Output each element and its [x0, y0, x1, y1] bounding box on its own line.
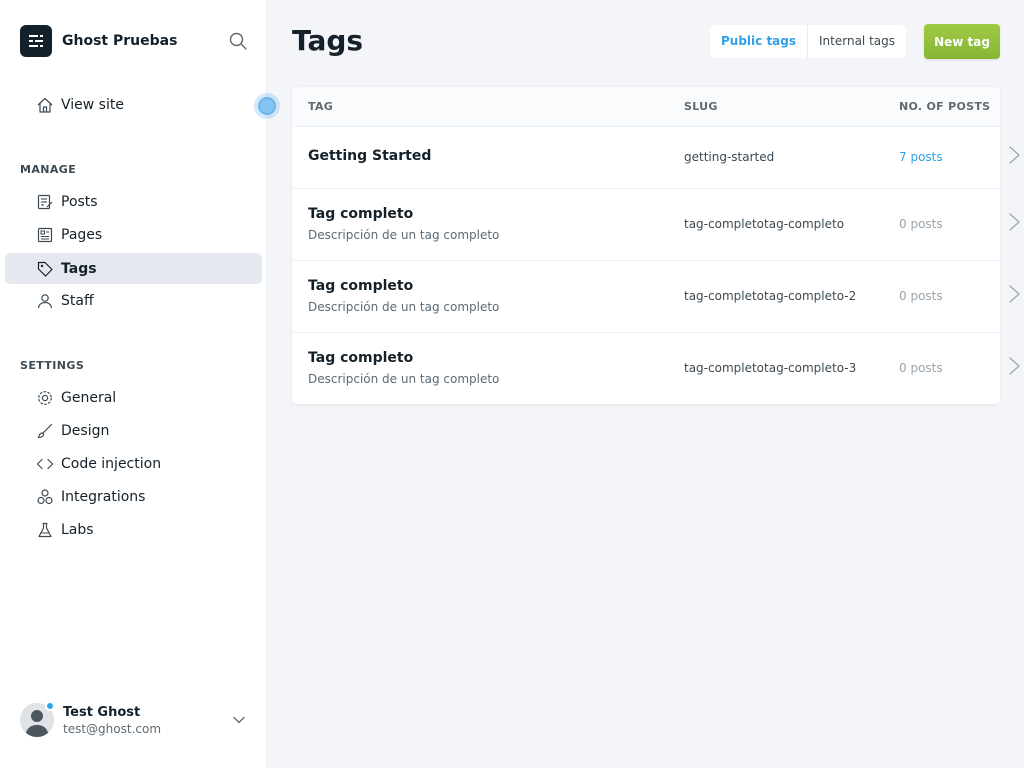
tags-table: TAG SLUG NO. OF POSTS Getting Started ge… — [292, 87, 1000, 404]
ghost-logo-icon — [20, 25, 52, 57]
notification-pulse-icon[interactable] — [254, 93, 280, 119]
integrations-icon — [36, 488, 54, 506]
tag-description: Descripción de un tag completo — [308, 300, 500, 314]
chevron-right-icon[interactable] — [1008, 212, 1022, 232]
chevron-right-icon[interactable] — [1008, 284, 1022, 304]
posts-icon — [36, 193, 54, 211]
tag-post-count: 0 posts — [899, 289, 943, 303]
sidebar-item-code-injection[interactable]: Code injection — [5, 448, 262, 479]
sidebar-item-pages[interactable]: Pages — [5, 219, 262, 250]
sidebar-item-tags[interactable]: Tags — [5, 253, 262, 284]
user-name: Test Ghost — [63, 704, 141, 720]
view-site-link[interactable]: View site — [5, 89, 262, 120]
table-row[interactable]: Tag completo Descripción de un tag compl… — [292, 333, 1000, 404]
pulse-dot — [258, 97, 276, 115]
tag-post-count: 0 posts — [899, 361, 943, 375]
page-title: Tags — [292, 24, 364, 57]
staff-icon — [36, 292, 54, 310]
sidebar-item-label: Labs — [61, 521, 94, 538]
sidebar-item-label: General — [61, 389, 117, 406]
tag-slug: tag-completotag-completo — [684, 217, 845, 231]
chevron-right-icon[interactable] — [1008, 356, 1022, 376]
home-icon — [36, 96, 54, 114]
table-row[interactable]: Tag completo Descripción de un tag compl… — [292, 261, 1000, 333]
brand[interactable]: Ghost Pruebas — [20, 24, 177, 58]
sidebar-item-label: Code injection — [61, 455, 162, 472]
column-header-posts: NO. OF POSTS — [899, 100, 991, 113]
sidebar-item-integrations[interactable]: Integrations — [5, 481, 262, 512]
sidebar-item-label: Staff — [61, 292, 94, 309]
brand-name: Ghost Pruebas — [62, 33, 178, 49]
sidebar-item-label: Integrations — [61, 488, 146, 505]
column-header-tag: TAG — [308, 100, 334, 113]
manage-section-title: MANAGE — [20, 163, 77, 176]
sidebar-item-label: Posts — [61, 193, 98, 210]
gear-icon — [36, 389, 54, 407]
settings-section-title: SETTINGS — [20, 359, 85, 372]
flask-icon — [36, 521, 54, 539]
sidebar-item-label: Pages — [61, 226, 103, 243]
user-info: Test Ghost test@ghost.com — [63, 705, 161, 736]
sidebar-item-general[interactable]: General — [5, 382, 262, 413]
tab-internal-tags[interactable]: Internal tags — [807, 25, 906, 58]
tag-name: Tag completo — [308, 206, 414, 222]
sidebar-item-labs[interactable]: Labs — [5, 514, 262, 545]
tag-description: Descripción de un tag completo — [308, 372, 500, 386]
tag-name: Tag completo — [308, 350, 414, 366]
tag-post-count[interactable]: 7 posts — [899, 150, 943, 164]
new-tag-button[interactable]: New tag — [924, 24, 1000, 59]
user-email: test@ghost.com — [63, 721, 162, 736]
sidebar-item-design[interactable]: Design — [5, 415, 262, 446]
notification-dot — [45, 701, 55, 711]
search-icon[interactable] — [228, 31, 248, 51]
code-icon — [36, 455, 54, 473]
table-row[interactable]: Tag completo Descripción de un tag compl… — [292, 189, 1000, 261]
tag-slug: getting-started — [684, 150, 775, 164]
tag-type-tabs: Public tags Internal tags — [710, 25, 907, 58]
tag-post-count: 0 posts — [899, 217, 943, 231]
tag-slug: tag-completotag-completo-2 — [684, 289, 857, 303]
tag-name: Tag completo — [308, 278, 414, 294]
sidebar-item-label: Tags — [61, 260, 97, 277]
chevron-down-icon[interactable] — [232, 712, 246, 726]
table-row[interactable]: Getting Started getting-started 7 posts — [292, 127, 1000, 189]
column-header-slug: SLUG — [684, 100, 718, 113]
view-site-label: View site — [61, 96, 124, 113]
sidebar: Ghost Pruebas View site MANAGE Posts Pag… — [0, 0, 267, 768]
chevron-right-icon[interactable] — [1008, 145, 1022, 165]
tag-slug: tag-completotag-completo-3 — [684, 361, 857, 375]
tag-description: Descripción de un tag completo — [308, 228, 500, 242]
sidebar-item-staff[interactable]: Staff — [5, 285, 262, 316]
tab-public-tags[interactable]: Public tags — [710, 25, 807, 58]
tag-name: Getting Started — [308, 148, 432, 164]
pages-icon — [36, 226, 54, 244]
table-header: TAG SLUG NO. OF POSTS — [292, 87, 1000, 127]
brush-icon — [36, 422, 54, 440]
sidebar-item-label: Design — [61, 422, 110, 439]
sidebar-item-posts[interactable]: Posts — [5, 186, 262, 217]
tag-icon — [36, 260, 54, 278]
